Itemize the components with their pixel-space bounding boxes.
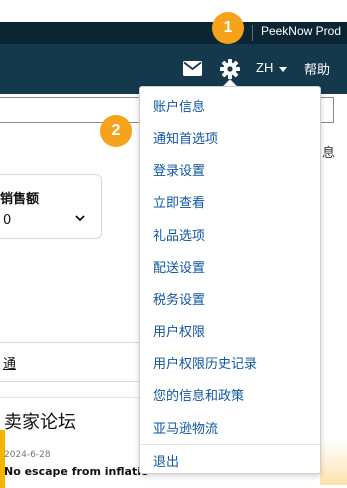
section-tab-strip: 通	[0, 342, 140, 382]
sales-label: 销售额	[0, 192, 40, 207]
cutoff-heading-text: 息	[322, 146, 336, 161]
menu-item-account-info[interactable]: 账户信息	[153, 96, 205, 115]
menu-item-notification-preferences[interactable]: 通知首选项	[153, 128, 218, 147]
menu-item-gift-options[interactable]: 礼品选项	[153, 225, 205, 244]
sales-metric-card[interactable]: 销售额 0	[0, 174, 102, 239]
menu-item-login-settings[interactable]: 登录设置	[153, 160, 205, 179]
menu-item-shipping-settings[interactable]: 配送设置	[153, 257, 205, 276]
seller-forum-card: 卖家论坛 2024-6-28 No escape from inflatio	[0, 397, 149, 488]
menu-item-tax-settings[interactable]: 税务设置	[153, 289, 205, 308]
menu-item-permission-history[interactable]: 用户权限历史记录	[153, 353, 257, 372]
help-link[interactable]: 帮助	[304, 59, 330, 78]
section-tab[interactable]: 通	[3, 353, 16, 372]
chevron-down-icon[interactable]	[75, 215, 85, 222]
menu-item-sign-out[interactable]: 退出	[153, 451, 179, 470]
menu-item-user-permissions[interactable]: 用户权限	[153, 321, 205, 340]
mail-icon[interactable]	[183, 61, 202, 76]
caret-down-icon[interactable]	[279, 67, 287, 72]
language-selector[interactable]: ZH	[256, 60, 273, 75]
menu-item-fba[interactable]: 亚马逊物流	[153, 418, 218, 437]
corner-highlight	[320, 440, 347, 485]
step-badge-1: 1	[212, 12, 244, 44]
forum-title: 卖家论坛	[4, 412, 76, 433]
sales-value: 0	[3, 213, 12, 228]
settings-dropdown-menu: 账户信息 通知首选项 登录设置 立即查看 礼品选项 配送设置 税务设置 用户权限…	[139, 86, 321, 474]
menu-item-view-now[interactable]: 立即查看	[153, 192, 205, 211]
step-badge-2: 2	[100, 115, 132, 147]
topbar-divider	[252, 25, 253, 41]
top-account-bar: PeekNow Prod	[0, 22, 347, 44]
gear-icon[interactable]	[220, 59, 240, 79]
menu-divider	[140, 444, 320, 445]
forum-post-link[interactable]: No escape from inflatio	[4, 465, 149, 478]
menu-item-info-and-policies[interactable]: 您的信息和政策	[153, 385, 244, 404]
account-switcher[interactable]: PeekNow Prod	[261, 24, 341, 38]
forum-post-date: 2024-6-28	[4, 450, 51, 460]
